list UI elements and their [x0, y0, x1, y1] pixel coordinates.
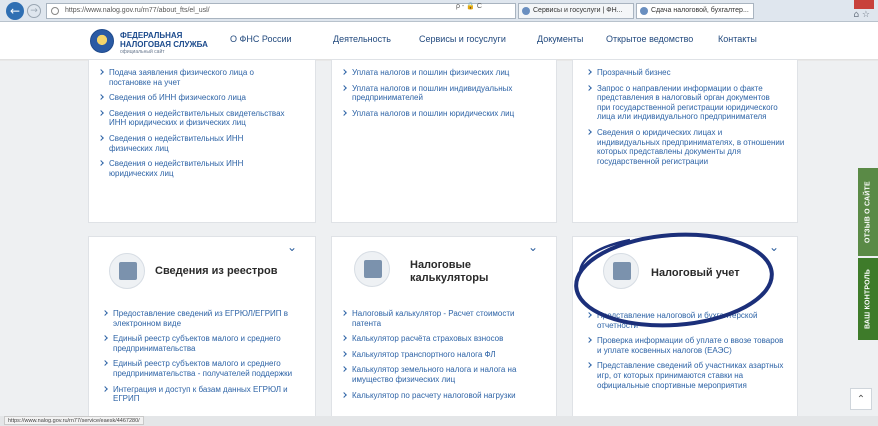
list-item[interactable]: Калькулятор земельного налога и налога н… — [342, 365, 542, 384]
site-icon — [51, 7, 59, 15]
list-item[interactable]: Сведения о юридических лицах и индивидуа… — [587, 128, 785, 166]
address-text: https://www.nalog.gov.ru/rn77/about_fts/… — [65, 7, 210, 14]
card-title[interactable]: Сведения из реестров — [155, 265, 305, 278]
list-item[interactable]: Калькулятор расчёта страховых взносов — [342, 334, 542, 344]
fns-logo-icon[interactable] — [90, 29, 114, 53]
list-item[interactable]: Сведения о недействительных ИНН физическ… — [99, 134, 289, 153]
list-item[interactable]: Единый реестр субъектов малого и среднег… — [103, 334, 299, 353]
card-registries: ⌄ Сведения из реестров Предоставление св… — [88, 236, 316, 421]
browser-tab-reporting[interactable]: Сдача налоговой, бухгалтер... — [636, 3, 754, 19]
list-item[interactable]: Представление сведений об участниках аза… — [587, 361, 785, 390]
feedback-tab[interactable]: ОТЗЫВ О САЙТЕ — [858, 168, 878, 256]
card-registration: Подача заявления физического лица о пост… — [88, 59, 316, 223]
list-item[interactable]: Уплата налогов и пошлин индивидуальных п… — [342, 84, 532, 103]
list-item[interactable]: Проверка информации об уплате о ввозе то… — [587, 336, 785, 355]
browser-toolbar: ← → https://www.nalog.gov.ru/rn77/about_… — [0, 0, 878, 22]
list-item[interactable]: Уплата налогов и пошлин физических лиц — [342, 68, 532, 78]
brand-line-1: ФЕДЕРАЛЬНАЯ — [120, 31, 183, 40]
brand-line-2: НАЛОГОВАЯ СЛУЖБА — [120, 40, 208, 49]
forward-arrow-icon[interactable]: → — [27, 4, 41, 18]
back-arrow-icon[interactable]: ← — [6, 2, 24, 20]
tab-label: Сервисы и госуслуги | ФН... — [533, 7, 623, 14]
list-item[interactable]: Прозрачный бизнес — [587, 68, 785, 78]
scroll-top-chevron-up-icon[interactable]: ⌃ — [850, 388, 872, 410]
nav-open-agency[interactable]: Открытое ведомство — [606, 34, 693, 44]
close-window-button[interactable] — [854, 0, 874, 9]
nav-contacts[interactable]: Контакты — [718, 34, 757, 44]
list-item[interactable]: Предоставление сведений из ЕГРЮЛ/ЕГРИП в… — [103, 309, 299, 328]
list-item[interactable]: Сведения об ИНН физического лица — [99, 93, 289, 103]
registry-search-icon — [109, 253, 145, 289]
list-item[interactable]: Калькулятор транспортного налога ФЛ — [342, 350, 542, 360]
chevron-down-icon[interactable]: ⌄ — [287, 240, 297, 254]
list-item[interactable]: Сведения о недействительных свидетельств… — [99, 109, 289, 128]
list-item[interactable]: Единый реестр субъектов малого и среднег… — [103, 359, 299, 378]
tab-favicon-icon — [522, 7, 530, 15]
home-star-icons[interactable]: ⌂ ☆ — [853, 10, 870, 20]
annotation-circle — [574, 232, 774, 328]
tab-label: Сдача налоговой, бухгалтер... — [651, 7, 749, 14]
site-header: ФЕДЕРАЛЬНАЯ НАЛОГОВАЯ СЛУЖБА официальный… — [0, 22, 878, 60]
nav-activity[interactable]: Деятельность — [333, 34, 391, 44]
nav-about[interactable]: О ФНС России — [230, 34, 292, 44]
site-brand[interactable]: ФЕДЕРАЛЬНАЯ НАЛОГОВАЯ СЛУЖБА официальный… — [120, 31, 208, 56]
browser-tab-services[interactable]: Сервисы и госуслуги | ФН... — [518, 3, 634, 19]
list-item[interactable]: Уплата налогов и пошлин юридических лиц — [342, 109, 532, 119]
calculator-icon — [354, 251, 390, 287]
nav-documents[interactable]: Документы — [537, 34, 583, 44]
brand-subtitle: официальный сайт — [120, 49, 165, 55]
address-bar[interactable]: https://www.nalog.gov.ru/rn77/about_fts/… — [46, 3, 516, 19]
your-control-tab[interactable]: ВАШ КОНТРОЛЬ — [858, 258, 878, 340]
services-content: Подача заявления физического лица о пост… — [0, 59, 878, 421]
tab-favicon-icon — [640, 7, 648, 15]
card-payments: Уплата налогов и пошлин физических лиц У… — [331, 59, 557, 223]
card-calculators: ⌄ Налоговые калькуляторы Налоговый кальк… — [331, 236, 557, 421]
list-item[interactable]: Подача заявления физического лица о пост… — [99, 68, 289, 87]
list-item[interactable]: Налоговый калькулятор - Расчет стоимости… — [342, 309, 542, 328]
address-tools[interactable]: ρ - 🔒 C — [456, 0, 482, 14]
nav-services[interactable]: Сервисы и госуслуги — [419, 34, 506, 44]
list-item[interactable]: Интеграция и доступ к базам данных ЕГРЮЛ… — [103, 385, 299, 404]
card-business: Прозрачный бизнес Запрос о направлении и… — [572, 59, 798, 223]
window-controls — [814, 0, 874, 10]
list-item[interactable]: Сведения о недействительных ИНН юридичес… — [99, 159, 289, 178]
status-link-url: https://www.nalog.gov.ru/rn77/service/ea… — [4, 416, 144, 425]
card-title[interactable]: Налоговые калькуляторы — [410, 259, 530, 285]
chevron-down-icon[interactable]: ⌄ — [528, 240, 538, 254]
list-item[interactable]: Запрос о направлении информации о факте … — [587, 84, 785, 122]
list-item[interactable]: Калькулятор по расчету налоговой нагрузк… — [342, 391, 542, 401]
